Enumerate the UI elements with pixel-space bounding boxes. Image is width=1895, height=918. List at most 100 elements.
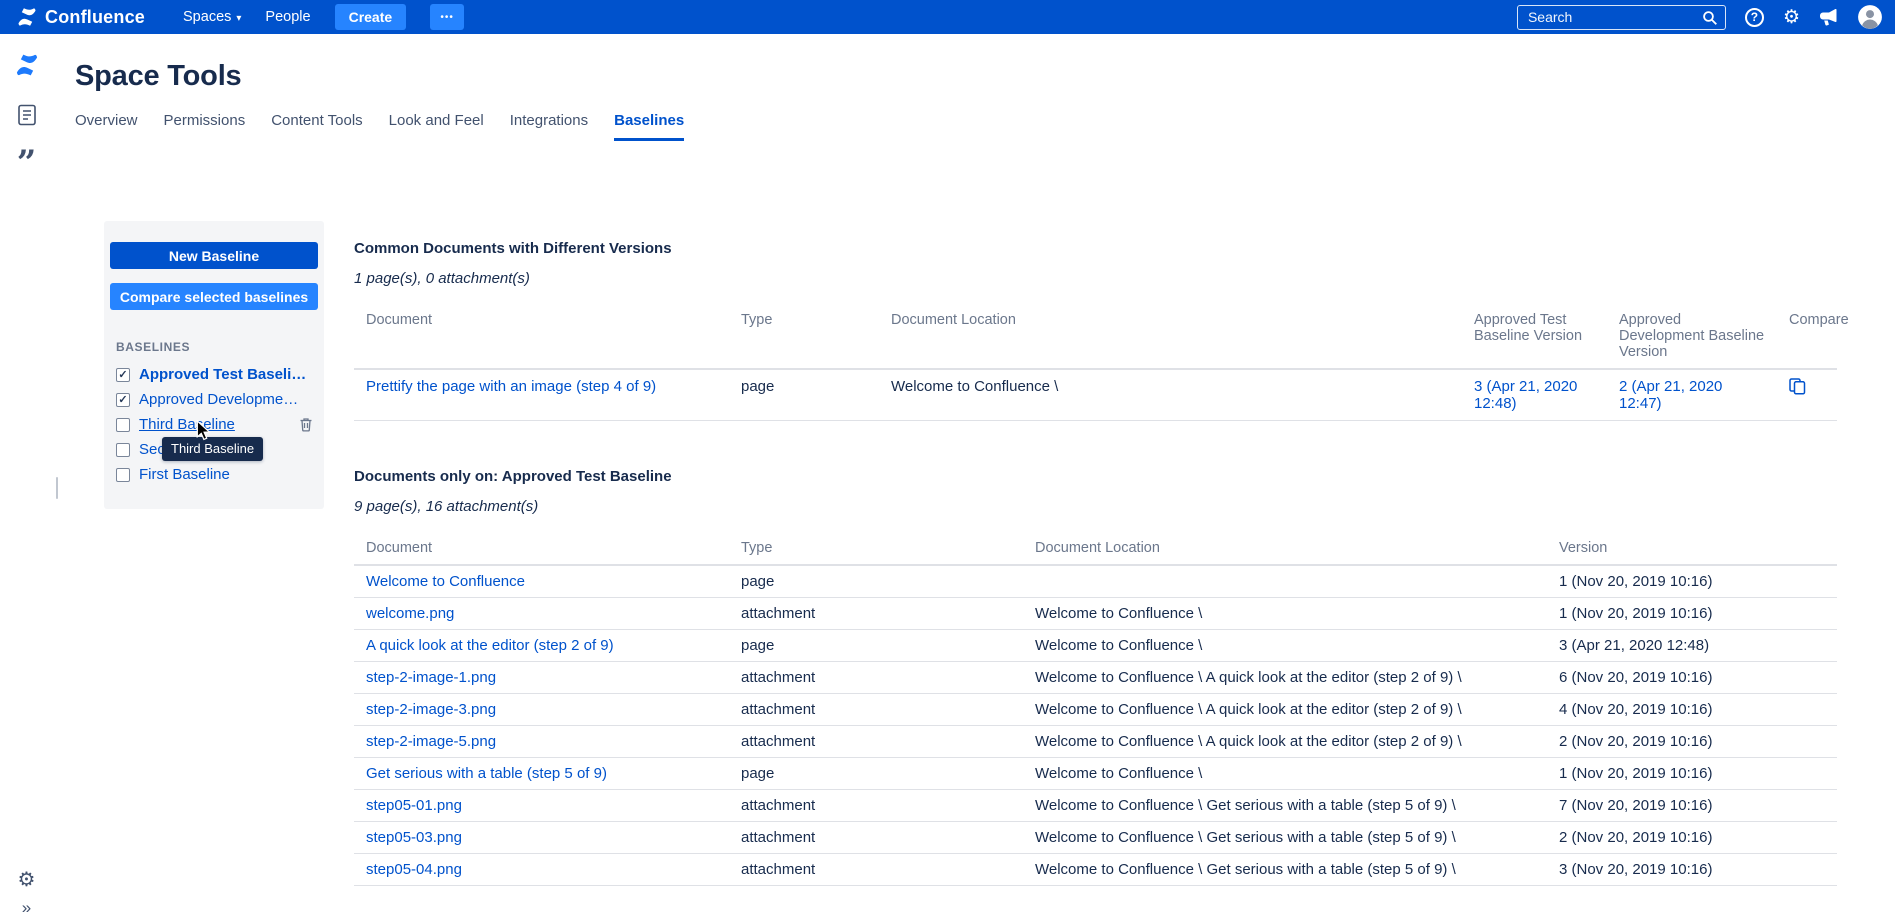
document-cell-link[interactable]: Get serious with a table (step 5 of 9) bbox=[366, 765, 607, 782]
baseline-list: ✓ Approved Test Baseli… ✓ Approved Developm… bbox=[110, 362, 318, 487]
document-cell-link[interactable]: step-2-image-3.png bbox=[366, 701, 496, 718]
table-row: Prettify the page with an image (step 4 … bbox=[354, 369, 1837, 421]
baselines-heading: BASELINES bbox=[116, 340, 191, 354]
test-baseline-version-cell-link[interactable]: 3 (Apr 21, 2020 12:48) bbox=[1474, 378, 1577, 412]
version-cell: 3 (Nov 20, 2019 10:16) bbox=[1547, 853, 1837, 886]
location-cell: Welcome to Confluence \ A quick look at … bbox=[1023, 725, 1547, 758]
version-cell: 2 (Nov 20, 2019 10:16) bbox=[1547, 821, 1837, 854]
compare-cell bbox=[1777, 369, 1837, 421]
people-link[interactable]: People bbox=[265, 9, 310, 25]
more-button[interactable]: ••• bbox=[430, 4, 465, 30]
location-cell: Welcome to Confluence \ bbox=[1023, 629, 1547, 662]
compare-baselines-button[interactable]: Compare selected baselines bbox=[110, 283, 318, 310]
document-cell: step-2-image-5.png bbox=[354, 725, 729, 758]
mouse-cursor-icon bbox=[196, 419, 211, 445]
table-row: step05-01.png attachment Welcome to Conflu… bbox=[354, 789, 1837, 822]
version-cell: 4 (Nov 20, 2019 10:16) bbox=[1547, 693, 1837, 726]
sidebar-resize-handle[interactable] bbox=[56, 477, 58, 499]
table-row: step-2-image-1.png attachment Welcome to C… bbox=[354, 661, 1837, 694]
column-header: Type bbox=[729, 532, 1023, 566]
baselines-panel: New Baseline Compare selected baselines … bbox=[104, 221, 324, 509]
only-on-heading: Documents only on: Approved Test Baselin… bbox=[354, 468, 672, 485]
column-header: Approved Test Baseline Version bbox=[1462, 304, 1607, 370]
column-header: Document bbox=[354, 532, 729, 566]
baseline-checkbox[interactable]: ✓ bbox=[116, 392, 130, 407]
spaces-label: Spaces bbox=[183, 9, 232, 25]
baseline-item: ✓ Approved Developme… bbox=[110, 387, 318, 412]
tab-integrations[interactable]: Integrations bbox=[510, 112, 588, 141]
navbar-left: Confluence Spaces ▾ People Create ••• bbox=[16, 4, 465, 30]
document-cell-link[interactable]: Prettify the page with an image (step 4 … bbox=[366, 378, 656, 395]
type-cell: attachment bbox=[729, 693, 1023, 726]
blog-quote-icon[interactable]: ” bbox=[17, 146, 37, 180]
location-cell bbox=[1023, 565, 1547, 598]
space-logo-icon[interactable] bbox=[14, 52, 40, 78]
baseline-checkbox[interactable] bbox=[116, 442, 130, 457]
dev-baseline-version-cell: 2 (Apr 21, 2020 12:47) bbox=[1607, 369, 1777, 421]
location-cell: Welcome to Confluence \ Get serious with… bbox=[1023, 789, 1547, 822]
location-cell: Welcome to Confluence \ bbox=[1023, 597, 1547, 630]
document-cell: welcome.png bbox=[354, 597, 729, 630]
tooltip: Third Baseline bbox=[162, 437, 264, 461]
column-header: Document Location bbox=[1023, 532, 1547, 566]
baseline-link[interactable]: First Baseline bbox=[139, 466, 230, 483]
document-cell-link[interactable]: A quick look at the editor (step 2 of 9) bbox=[366, 637, 614, 654]
search-box[interactable] bbox=[1516, 4, 1726, 30]
tab-content-tools[interactable]: Content Tools bbox=[271, 112, 362, 141]
table-row: welcome.png attachment Welcome to Confluen… bbox=[354, 597, 1837, 630]
document-cell-link[interactable]: welcome.png bbox=[366, 605, 454, 622]
tab-permissions[interactable]: Permissions bbox=[164, 112, 246, 141]
document-cell-link[interactable]: step-2-image-5.png bbox=[366, 733, 496, 750]
pages-icon[interactable] bbox=[17, 104, 37, 126]
document-cell: Prettify the page with an image (step 4 … bbox=[354, 369, 729, 421]
left-sidebar: ” ⚙ » bbox=[0, 34, 53, 917]
tab-look-and-feel[interactable]: Look and Feel bbox=[389, 112, 484, 141]
search-input[interactable] bbox=[1527, 9, 1695, 25]
table-row: step-2-image-5.png attachment Welcome to C… bbox=[354, 725, 1837, 758]
space-settings-gear-icon[interactable]: ⚙ bbox=[18, 870, 36, 890]
baseline-item: First Baseline bbox=[110, 462, 318, 487]
document-cell-link[interactable]: step05-03.png bbox=[366, 829, 462, 846]
table-row: step05-03.png attachment Welcome to Conflu… bbox=[354, 821, 1837, 854]
help-icon[interactable]: ? bbox=[1744, 7, 1764, 27]
collapse-sidebar-icon[interactable]: » bbox=[22, 898, 31, 918]
dev-baseline-version-cell-link[interactable]: 2 (Apr 21, 2020 12:47) bbox=[1619, 378, 1722, 412]
tab-overview[interactable]: Overview bbox=[75, 112, 138, 141]
delete-baseline-icon[interactable] bbox=[299, 417, 313, 432]
baseline-link[interactable]: Approved Developme… bbox=[139, 391, 298, 408]
baseline-checkbox[interactable] bbox=[116, 467, 130, 482]
confluence-home-link[interactable]: Confluence bbox=[16, 6, 145, 28]
version-cell: 7 (Nov 20, 2019 10:16) bbox=[1547, 789, 1837, 822]
common-documents-heading: Common Documents with Different Versions bbox=[354, 240, 672, 257]
document-cell: A quick look at the editor (step 2 of 9) bbox=[354, 629, 729, 662]
column-header: Compare bbox=[1777, 304, 1849, 370]
type-cell: page bbox=[729, 629, 1023, 662]
avatar[interactable] bbox=[1857, 4, 1883, 30]
baseline-link[interactable]: Approved Test Baseli… bbox=[139, 366, 306, 383]
table-row: A quick look at the editor (step 2 of 9)… bbox=[354, 629, 1837, 662]
create-button[interactable]: Create bbox=[334, 4, 407, 30]
baseline-checkbox[interactable] bbox=[116, 417, 130, 432]
search-icon[interactable] bbox=[1702, 10, 1718, 30]
new-baseline-button[interactable]: New Baseline bbox=[110, 242, 318, 269]
document-cell: step05-01.png bbox=[354, 789, 729, 822]
tab-baselines[interactable]: Baselines bbox=[614, 112, 685, 141]
megaphone-icon[interactable] bbox=[1819, 8, 1838, 26]
document-cell-link[interactable]: step-2-image-1.png bbox=[366, 669, 496, 686]
chevron-down-icon: ▾ bbox=[236, 12, 242, 24]
spaces-menu[interactable]: Spaces ▾ bbox=[183, 9, 241, 25]
gear-icon[interactable]: ⚙ bbox=[1783, 8, 1800, 27]
baseline-checkbox[interactable]: ✓ bbox=[116, 367, 130, 382]
document-cell-link[interactable]: step05-01.png bbox=[366, 797, 462, 814]
column-header: Version bbox=[1547, 532, 1837, 566]
document-cell-link[interactable]: Welcome to Confluence bbox=[366, 573, 525, 590]
document-cell: step-2-image-1.png bbox=[354, 661, 729, 694]
compare-icon[interactable] bbox=[1789, 378, 1806, 395]
baseline-link[interactable]: Third Baseline bbox=[139, 416, 235, 433]
document-cell-link[interactable]: step05-04.png bbox=[366, 861, 462, 878]
location-cell: Welcome to Confluence \ bbox=[879, 369, 1462, 421]
baseline-results: Common Documents with Different Versions… bbox=[354, 240, 1849, 886]
type-cell: attachment bbox=[729, 789, 1023, 822]
location-cell: Welcome to Confluence \ A quick look at … bbox=[1023, 661, 1547, 694]
only-on-summary: 9 page(s), 16 attachment(s) bbox=[354, 498, 539, 515]
